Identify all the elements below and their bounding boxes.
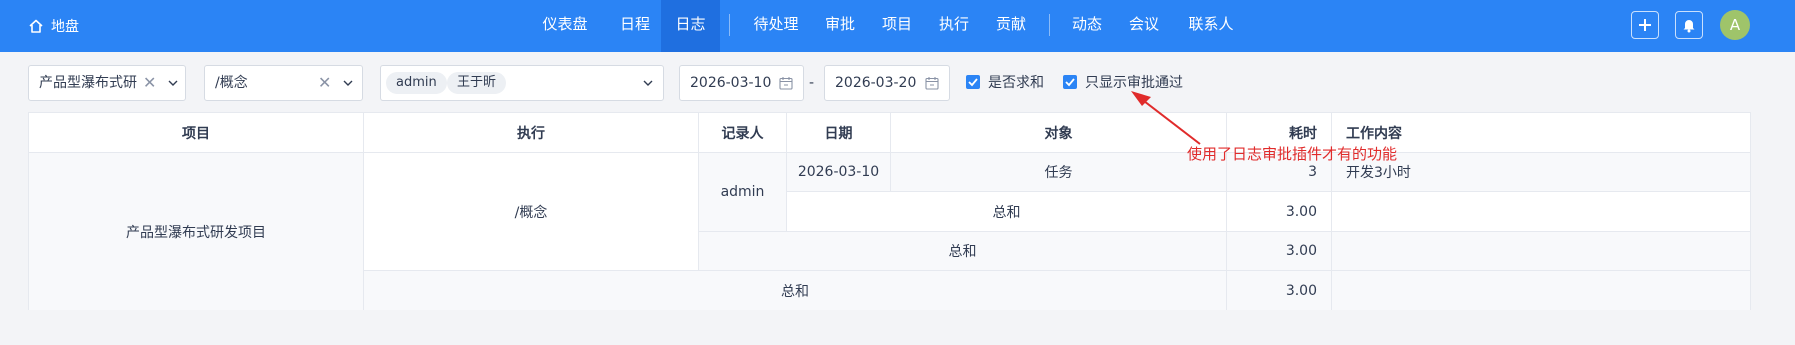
date-separator: -: [809, 75, 815, 91]
approved-only-label[interactable]: 只显示审批通过: [1085, 65, 1183, 101]
nav-dynamics[interactable]: 动态: [1065, 0, 1109, 52]
clear-icon[interactable]: ✕: [318, 66, 331, 100]
nav-divider: [1049, 14, 1050, 36]
user-multiselect[interactable]: admin 王于昕: [380, 65, 664, 101]
create-button[interactable]: [1631, 11, 1659, 39]
nav-todo[interactable]: 待处理: [745, 0, 807, 52]
chevron-down-icon: [168, 80, 178, 86]
col-header-project: 项目: [29, 113, 364, 153]
user-chip[interactable]: admin: [386, 72, 447, 94]
log-summary-table: 项目 执行 记录人 日期 对象 耗时 工作内容 产品型瀑布式研发项目 /概念 a…: [28, 112, 1751, 310]
top-navbar: 地盘 仪表盘 日程 日志 待处理 审批 项目 执行 贡献 动态 会议 联系人 A: [0, 0, 1795, 52]
nav-contacts[interactable]: 联系人: [1180, 0, 1242, 52]
check-icon: [968, 78, 978, 87]
project-select-value: 产品型瀑布式研: [39, 75, 137, 91]
date-to-value: 2026-03-20: [835, 75, 917, 91]
annotation-text: 使用了日志审批插件才有的功能: [1187, 145, 1398, 163]
execution-select-value: /概念: [215, 75, 248, 91]
clear-icon[interactable]: ✕: [143, 66, 156, 100]
date-from-input[interactable]: 2026-03-10: [679, 65, 804, 101]
home-link[interactable]: 地盘: [28, 0, 79, 52]
nav-execution[interactable]: 执行: [932, 0, 976, 52]
home-icon: [29, 19, 43, 33]
brand-label: 地盘: [51, 19, 79, 35]
nav-meeting[interactable]: 会议: [1122, 0, 1166, 52]
project-total-value: 3.00: [1227, 271, 1332, 310]
recorder-cell: admin: [699, 153, 787, 232]
recorder-total-label: 总和: [787, 192, 1227, 232]
chevron-down-icon: [343, 80, 353, 86]
nav-dashboard[interactable]: 仪表盘: [530, 0, 600, 52]
nav-project[interactable]: 项目: [875, 0, 919, 52]
project-cell: 产品型瀑布式研发项目: [29, 153, 364, 310]
check-icon: [1065, 78, 1075, 87]
nav-contribution[interactable]: 贡献: [989, 0, 1033, 52]
col-header-object: 对象: [891, 113, 1227, 153]
calendar-icon: [779, 77, 793, 90]
empty-cell: [1332, 232, 1750, 271]
chevron-down-icon: [643, 80, 653, 86]
plus-icon: [1639, 19, 1651, 31]
approved-only-checkbox[interactable]: [1063, 75, 1077, 89]
nav-calendar[interactable]: 日程: [613, 0, 657, 52]
nav-log[interactable]: 日志: [661, 0, 720, 52]
execution-total-value: 3.00: [1227, 232, 1332, 271]
execution-total-label: 总和: [699, 232, 1227, 271]
date-from-value: 2026-03-10: [690, 75, 772, 91]
empty-cell: [1332, 271, 1750, 310]
execution-select[interactable]: /概念 ✕: [204, 65, 363, 101]
sum-checkbox[interactable]: [966, 75, 980, 89]
recorder-total-value: 3.00: [1227, 192, 1332, 232]
execution-cell: /概念: [364, 153, 699, 271]
nav-approval[interactable]: 审批: [818, 0, 862, 52]
notification-button[interactable]: [1675, 11, 1703, 39]
user-avatar[interactable]: A: [1720, 10, 1750, 40]
project-select[interactable]: 产品型瀑布式研 ✕: [28, 65, 186, 101]
user-chip[interactable]: 王于昕: [447, 72, 507, 94]
nav-divider: [729, 14, 730, 36]
col-header-execution: 执行: [364, 113, 699, 153]
object-cell: 任务: [891, 153, 1227, 192]
date-cell: 2026-03-10: [787, 153, 891, 192]
calendar-icon: [925, 77, 939, 90]
empty-cell: [1332, 192, 1750, 232]
project-total-label: 总和: [364, 271, 1227, 310]
date-to-input[interactable]: 2026-03-20: [824, 65, 950, 101]
col-header-recorder: 记录人: [699, 113, 787, 153]
col-header-date: 日期: [787, 113, 891, 153]
sum-checkbox-label[interactable]: 是否求和: [988, 65, 1044, 101]
bell-icon: [1683, 20, 1695, 33]
